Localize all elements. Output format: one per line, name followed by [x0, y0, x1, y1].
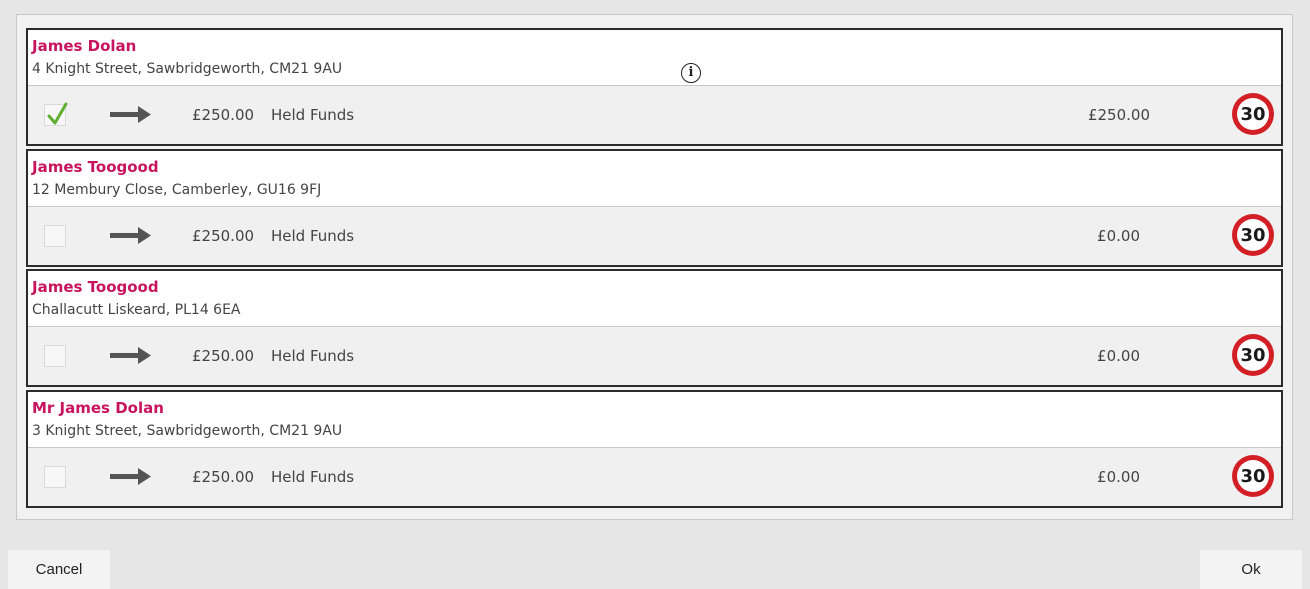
- record-name: James Dolan: [32, 37, 137, 55]
- checkmark-icon: [47, 102, 68, 125]
- allocated-value: £0.00: [1097, 227, 1140, 245]
- arrow-right-icon: [110, 468, 151, 485]
- speed-limit-badge: 30: [1232, 455, 1274, 497]
- record-checkbox[interactable]: [44, 102, 68, 126]
- record-address: Challacutt Liskeard, PL14 6EA: [32, 302, 241, 318]
- badge-number: 30: [1237, 219, 1269, 251]
- amount: £250.00: [192, 347, 255, 365]
- record-header: James Toogood Challacutt Liskeard, PL14 …: [28, 271, 1281, 327]
- record-checkbox[interactable]: [44, 225, 66, 247]
- record-row: £250.00 Held Funds £0.00 30: [28, 207, 1281, 265]
- allocated-value: £0.00: [1097, 347, 1140, 365]
- info-icon[interactable]: i: [681, 63, 701, 83]
- speed-limit-badge: 30: [1232, 334, 1274, 376]
- record-checkbox[interactable]: [44, 466, 66, 488]
- record-card: James Toogood Challacutt Liskeard, PL14 …: [26, 269, 1283, 387]
- arrow-right-icon: [110, 106, 151, 123]
- allocated-value: £0.00: [1097, 468, 1140, 486]
- record-name: Mr James Dolan: [32, 399, 164, 417]
- record-header: James Dolan 4 Knight Street, Sawbridgewo…: [28, 30, 1281, 86]
- cancel-button[interactable]: Cancel: [8, 550, 110, 589]
- badge-number: 30: [1237, 460, 1269, 492]
- record-address: 3 Knight Street, Sawbridgeworth, CM21 9A…: [32, 423, 343, 439]
- record-card: James Dolan 4 Knight Street, Sawbridgewo…: [26, 28, 1283, 146]
- records-panel: James Dolan 4 Knight Street, Sawbridgewo…: [16, 14, 1293, 520]
- record-card: James Toogood 12 Membury Close, Camberle…: [26, 149, 1283, 267]
- record-card: Mr James Dolan 3 Knight Street, Sawbridg…: [26, 390, 1283, 508]
- badge-number: 30: [1237, 98, 1269, 130]
- speed-limit-badge: 30: [1232, 93, 1274, 135]
- record-address: 12 Membury Close, Camberley, GU16 9FJ: [32, 182, 322, 198]
- record-name: James Toogood: [32, 158, 159, 176]
- record-header: Mr James Dolan 3 Knight Street, Sawbridg…: [28, 392, 1281, 448]
- record-name: James Toogood: [32, 278, 159, 296]
- arrow-right-icon: [110, 347, 151, 364]
- record-header: James Toogood 12 Membury Close, Camberle…: [28, 151, 1281, 207]
- record-row: £250.00 Held Funds £0.00 30: [28, 448, 1281, 506]
- description: Held Funds: [271, 106, 355, 124]
- badge-number: 30: [1237, 339, 1269, 371]
- record-row: £250.00 Held Funds £250.00 30: [28, 86, 1281, 144]
- amount: £250.00: [192, 468, 255, 486]
- amount: £250.00: [192, 106, 255, 124]
- ok-button[interactable]: Ok: [1200, 550, 1302, 589]
- description: Held Funds: [271, 227, 355, 245]
- amount: £250.00: [192, 227, 255, 245]
- arrow-right-icon: [110, 227, 151, 244]
- speed-limit-badge: 30: [1232, 214, 1274, 256]
- record-address: 4 Knight Street, Sawbridgeworth, CM21 9A…: [32, 61, 343, 77]
- record-row: £250.00 Held Funds £0.00 30: [28, 327, 1281, 385]
- allocated-value: £250.00: [1087, 106, 1150, 124]
- record-checkbox[interactable]: [44, 345, 66, 367]
- description: Held Funds: [271, 347, 355, 365]
- description: Held Funds: [271, 468, 355, 486]
